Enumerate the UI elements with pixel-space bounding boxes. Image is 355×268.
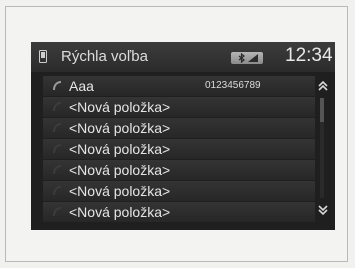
handset-icon [53, 123, 62, 133]
signal-icon [248, 54, 258, 62]
list-item[interactable]: <Nová položka> [43, 181, 315, 201]
handset-icon [53, 186, 62, 196]
speed-dial-screen: Rýchla voľba 12:34 Aaa 0123456789 <Nová … [31, 42, 335, 230]
phone-icon [39, 50, 47, 63]
speed-dial-list: Aaa 0123456789 <Nová položka> <Nová polo… [43, 76, 315, 223]
clock: 12:34 [285, 45, 333, 66]
scrollbar-thumb[interactable] [320, 98, 324, 122]
handset-icon [53, 144, 62, 154]
double-chevron-down-icon[interactable] [317, 204, 329, 216]
double-chevron-up-icon[interactable] [317, 80, 329, 92]
connection-status-badge [231, 52, 263, 64]
list-item[interactable]: <Nová položka> [43, 202, 315, 222]
page-title: Rýchla voľba [61, 48, 148, 65]
handset-icon [53, 102, 62, 112]
list-item[interactable]: <Nová položka> [43, 118, 315, 138]
header-bar: Rýchla voľba 12:34 [31, 42, 335, 72]
list-item-label: <Nová položka> [69, 141, 171, 157]
list-item-label: <Nová položka> [69, 120, 171, 136]
list-item[interactable]: <Nová položka> [43, 97, 315, 117]
list-item-label: Aaa [69, 78, 94, 94]
list-item[interactable]: <Nová položka> [43, 139, 315, 159]
handset-icon [53, 165, 62, 175]
list-item-label: <Nová položka> [69, 99, 171, 115]
list-item[interactable]: Aaa 0123456789 [43, 76, 315, 96]
list-item[interactable]: <Nová položka> [43, 160, 315, 180]
list-item-number: 0123456789 [205, 80, 261, 91]
handset-icon [53, 207, 62, 217]
list-item-label: <Nová položka> [69, 204, 171, 220]
bluetooth-icon [238, 53, 245, 63]
list-item-label: <Nová položka> [69, 162, 171, 178]
handset-icon [53, 81, 62, 91]
list-item-label: <Nová položka> [69, 183, 171, 199]
